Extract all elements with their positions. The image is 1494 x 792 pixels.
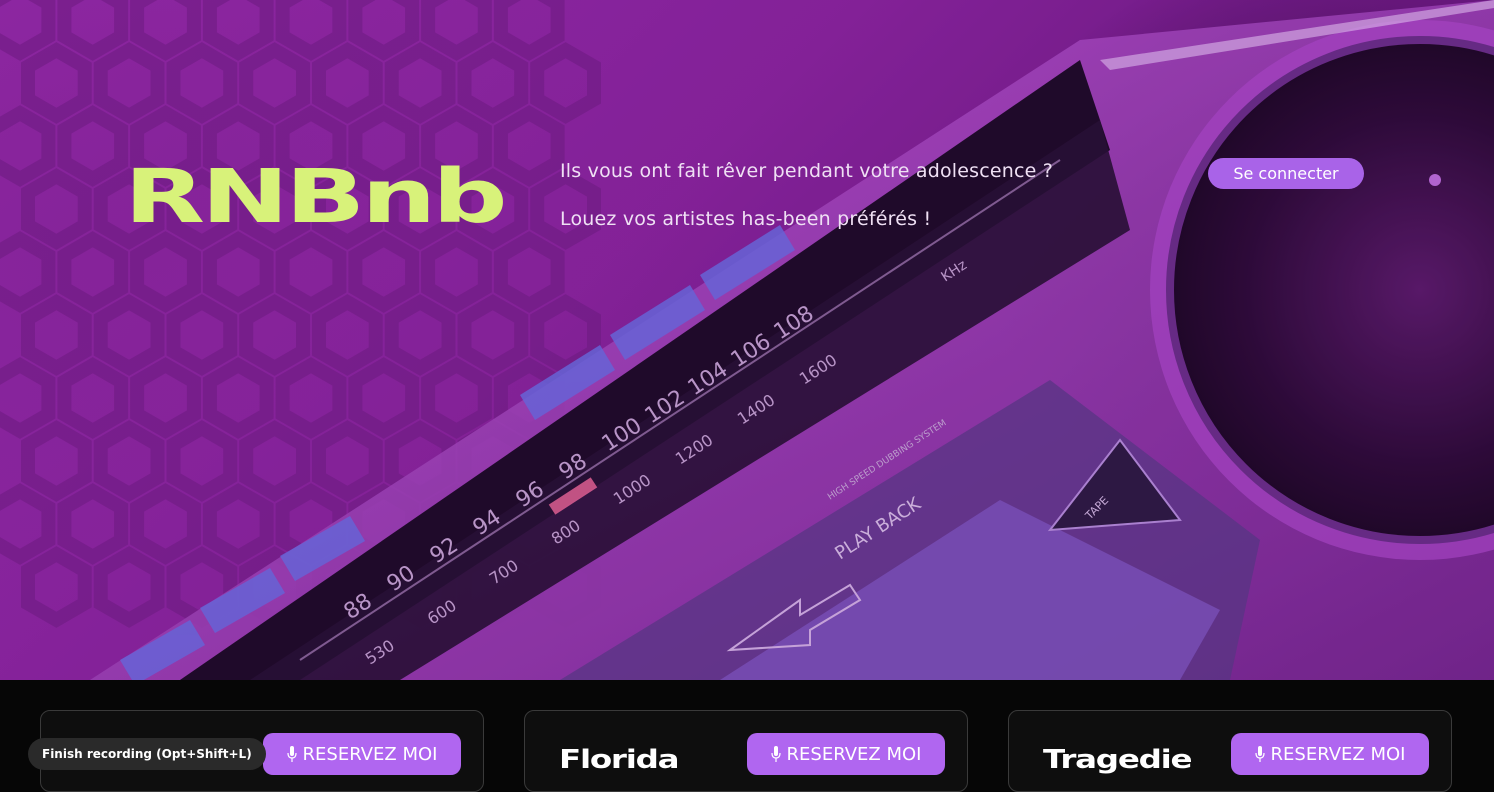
reserve-button-label: RESERVEZ MOI — [302, 743, 438, 765]
reserve-button[interactable]: RESERVEZ MOI — [1231, 733, 1429, 775]
tagline-line-2: Louez vos artistes has-been préférés ! — [560, 208, 932, 230]
hero-banner: 88 90 92 94 96 98 100 102 104 106 108 530 600 700 800… — [0, 0, 1494, 680]
reserve-button[interactable]: RESERVEZ MOI — [747, 733, 945, 775]
artist-name: Florida — [559, 745, 680, 775]
tagline-line-1: Ils vous ont fait rêver pendant votre ad… — [560, 160, 1054, 182]
rnbnb-logo: RNBnb — [124, 154, 508, 240]
reserve-button[interactable]: RESERVEZ MOI — [263, 733, 461, 775]
artist-card[interactable]: Florida RESERVEZ MOI — [524, 710, 968, 792]
login-button[interactable]: Se connecter — [1208, 158, 1364, 189]
artist-card[interactable]: Tragedie RESERVEZ MOI — [1008, 710, 1452, 792]
microphone-icon — [286, 746, 297, 762]
boombox-illustration: 889092949698100102104106108 530600700800… — [0, 0, 1494, 680]
microphone-icon — [1254, 746, 1265, 762]
finish-recording-button[interactable]: Finish recording (Opt+Shift+L) — [28, 738, 266, 770]
artist-name: Tragedie — [1043, 745, 1193, 775]
reserve-button-label: RESERVEZ MOI — [1270, 743, 1406, 765]
reserve-button-label: RESERVEZ MOI — [786, 743, 922, 765]
microphone-icon — [770, 746, 781, 762]
